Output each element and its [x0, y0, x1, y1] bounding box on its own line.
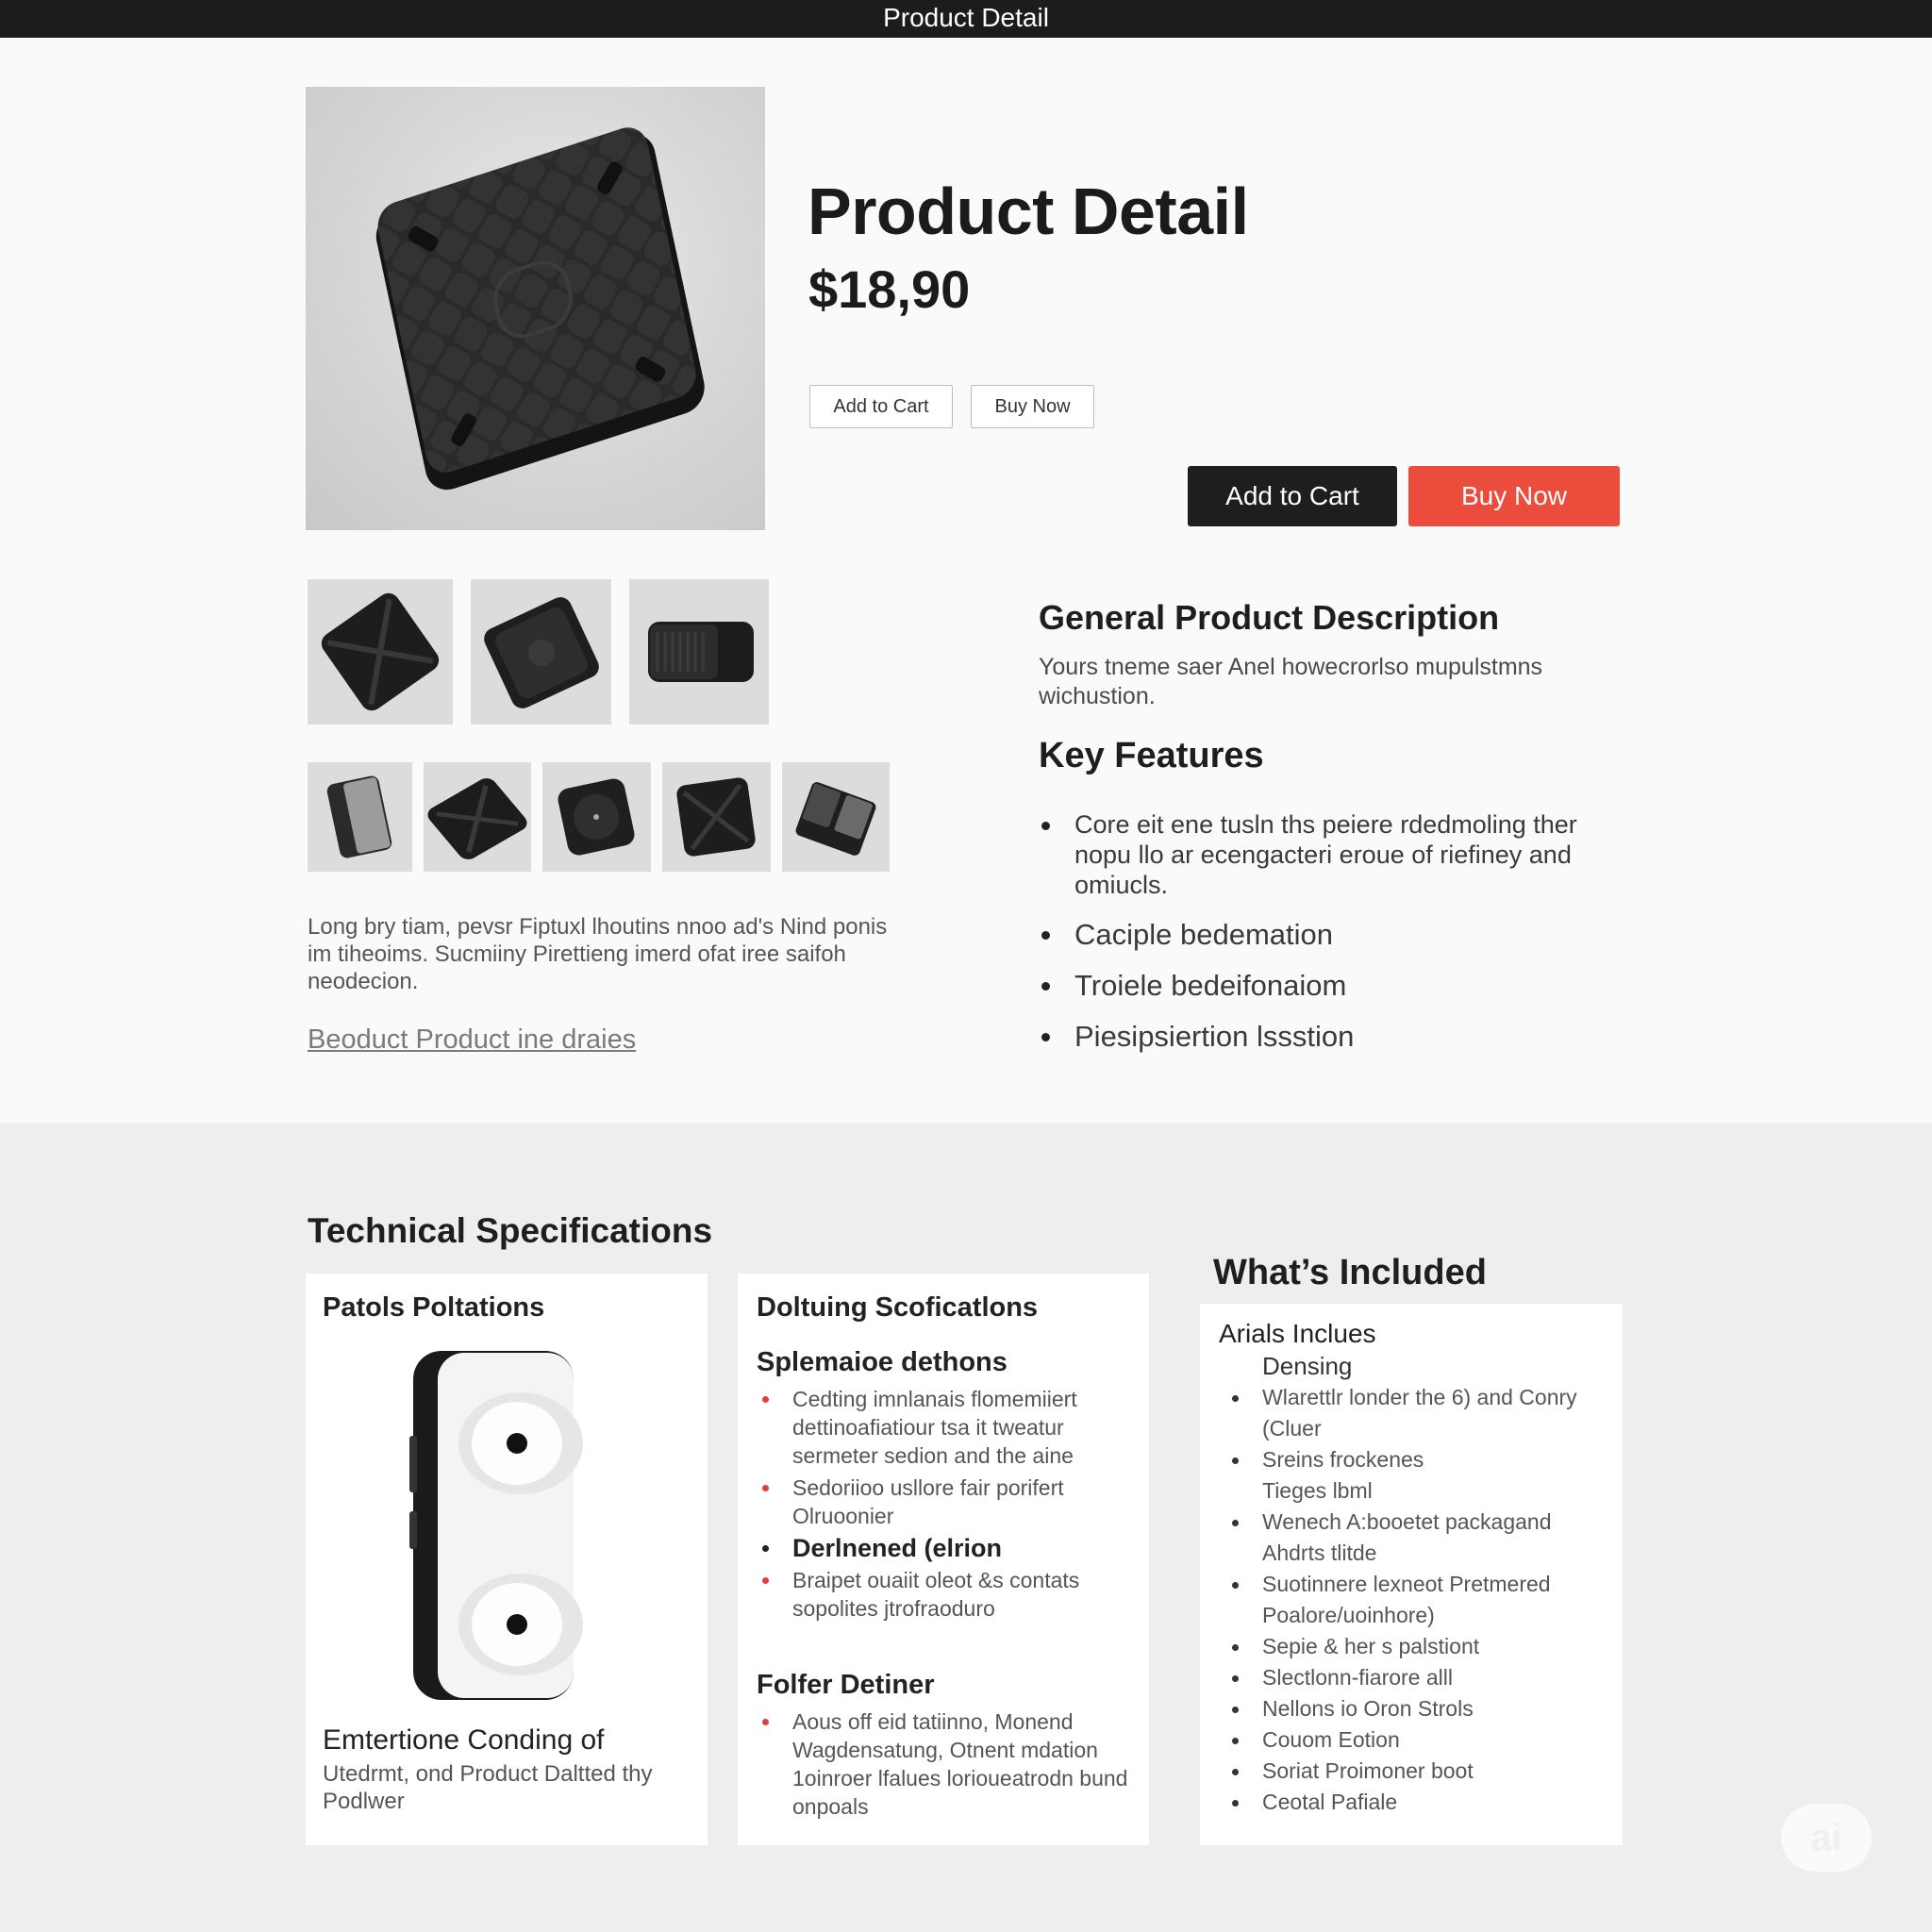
thumbnail-6[interactable]	[542, 762, 651, 872]
included-item: Wlarettlr londer the 6) and Conry (Cluer	[1213, 1382, 1609, 1444]
card-caption-text: Utedrmt, ond Product Daltted thy Podlwer	[323, 1761, 653, 1814]
ai-watermark: ai	[1781, 1804, 1872, 1872]
thumbnail-1[interactable]	[308, 579, 453, 724]
spec-list: Aous off eid tatiinno, Monend Wagdensatu…	[757, 1707, 1134, 1824]
spec-item: Aous off eid tatiinno, Monend Wagdensatu…	[757, 1707, 1134, 1821]
included-item: Soriat Proimoner boot	[1213, 1756, 1609, 1787]
buy-now-button-small[interactable]: Buy Now	[971, 385, 1094, 428]
description-text: Yours tneme saer Anel howecrorlso mupuls…	[1039, 654, 1543, 709]
spec-item: Cedting imnlanais flomemiiert dettinoafi…	[757, 1385, 1134, 1470]
specs-card-details: Doltuing Scoficatlons Splemaioe dethons …	[738, 1274, 1149, 1845]
product-details-link[interactable]: Beoduct Product ine draies	[308, 1024, 636, 1056]
add-to-cart-button[interactable]: Add to Cart	[1188, 466, 1397, 526]
thumbnail-8[interactable]	[782, 762, 890, 872]
spec-list: Cedting imnlanais flomemiiert dettinoafi…	[757, 1385, 1134, 1626]
thumbnail-3[interactable]	[629, 579, 769, 724]
device-image	[409, 1351, 589, 1705]
included-item: Sreins frockenes	[1213, 1444, 1609, 1475]
specs-heading: Technical Specifications	[308, 1211, 713, 1250]
product-title: Product Detail	[808, 175, 1249, 248]
spec-item-bold: Derlnened (elrion	[757, 1534, 1134, 1562]
included-item: Nellons io Oron Strols	[1213, 1693, 1609, 1724]
window-title: Product Detail	[883, 3, 1049, 32]
included-item: Ceotal Pafiale	[1213, 1787, 1609, 1818]
feature-item: Caciple bedemation	[1039, 919, 1624, 951]
card-title: Doltuing Scoficatlons	[757, 1292, 1039, 1323]
card-title: Patols Poltations	[323, 1292, 545, 1323]
included-item: Tieges lbml	[1262, 1478, 1373, 1503]
features-list: Core eit ene tusln ths peiere rdedmoling…	[1039, 809, 1624, 1072]
included-list: Densing Wlarettlr londer the 6) and Conr…	[1213, 1351, 1609, 1818]
included-item: Densing	[1262, 1352, 1353, 1380]
specs-card-parts: Patols Poltations Emtertione Conding of …	[306, 1274, 708, 1845]
feature-item: Troiele bedeifonaiom	[1039, 970, 1624, 1002]
included-item: Suotinnere lexneot Pretmered Poalore/uoi…	[1213, 1569, 1609, 1631]
spec-item: Sedoriioo usllore fair porifert Olruooni…	[757, 1474, 1134, 1530]
add-to-cart-button-small[interactable]: Add to Cart	[809, 385, 953, 428]
buy-now-button[interactable]: Buy Now	[1408, 466, 1620, 526]
included-item: Wenech A:booetet packagand Ahdrts tlitde	[1213, 1507, 1609, 1569]
included-heading: What’s Included	[1213, 1253, 1487, 1292]
included-item: Couom Eotion	[1213, 1724, 1609, 1756]
feature-item: Core eit ene tusln ths peiere rdedmoling…	[1039, 809, 1624, 900]
thumbnail-2[interactable]	[471, 579, 611, 724]
long-description: Long bry tiam, pevsr Fiptuxl lhoutins nn…	[308, 914, 888, 994]
thumbnail-5[interactable]	[424, 762, 531, 872]
thumbnail-4[interactable]	[308, 762, 412, 872]
description-heading: General Product Description	[1039, 598, 1500, 637]
included-item: Slectlonn-fiarore alll	[1213, 1662, 1609, 1693]
card-caption-title: Emtertione Conding of	[323, 1724, 605, 1756]
section-title: Splemaioe dethons	[757, 1347, 1008, 1377]
section-title: Folfer Detiner	[757, 1670, 935, 1700]
window-title-bar: Product Detail	[0, 0, 1932, 38]
product-main-image[interactable]	[306, 87, 765, 530]
product-price: $18,90	[808, 259, 971, 319]
features-heading: Key Features	[1039, 736, 1264, 775]
card-title: Arials Inclues	[1219, 1319, 1376, 1348]
spec-item: Braipet ouaiit oleot &s contats sopolite…	[757, 1566, 1134, 1623]
thumbnail-7[interactable]	[662, 762, 771, 872]
included-item: Sepie & her s palstiont	[1213, 1631, 1609, 1662]
included-card: Arials Inclues Densing Wlarettlr londer …	[1200, 1304, 1623, 1845]
feature-item: Piesipsiertion lssstion	[1039, 1021, 1624, 1053]
